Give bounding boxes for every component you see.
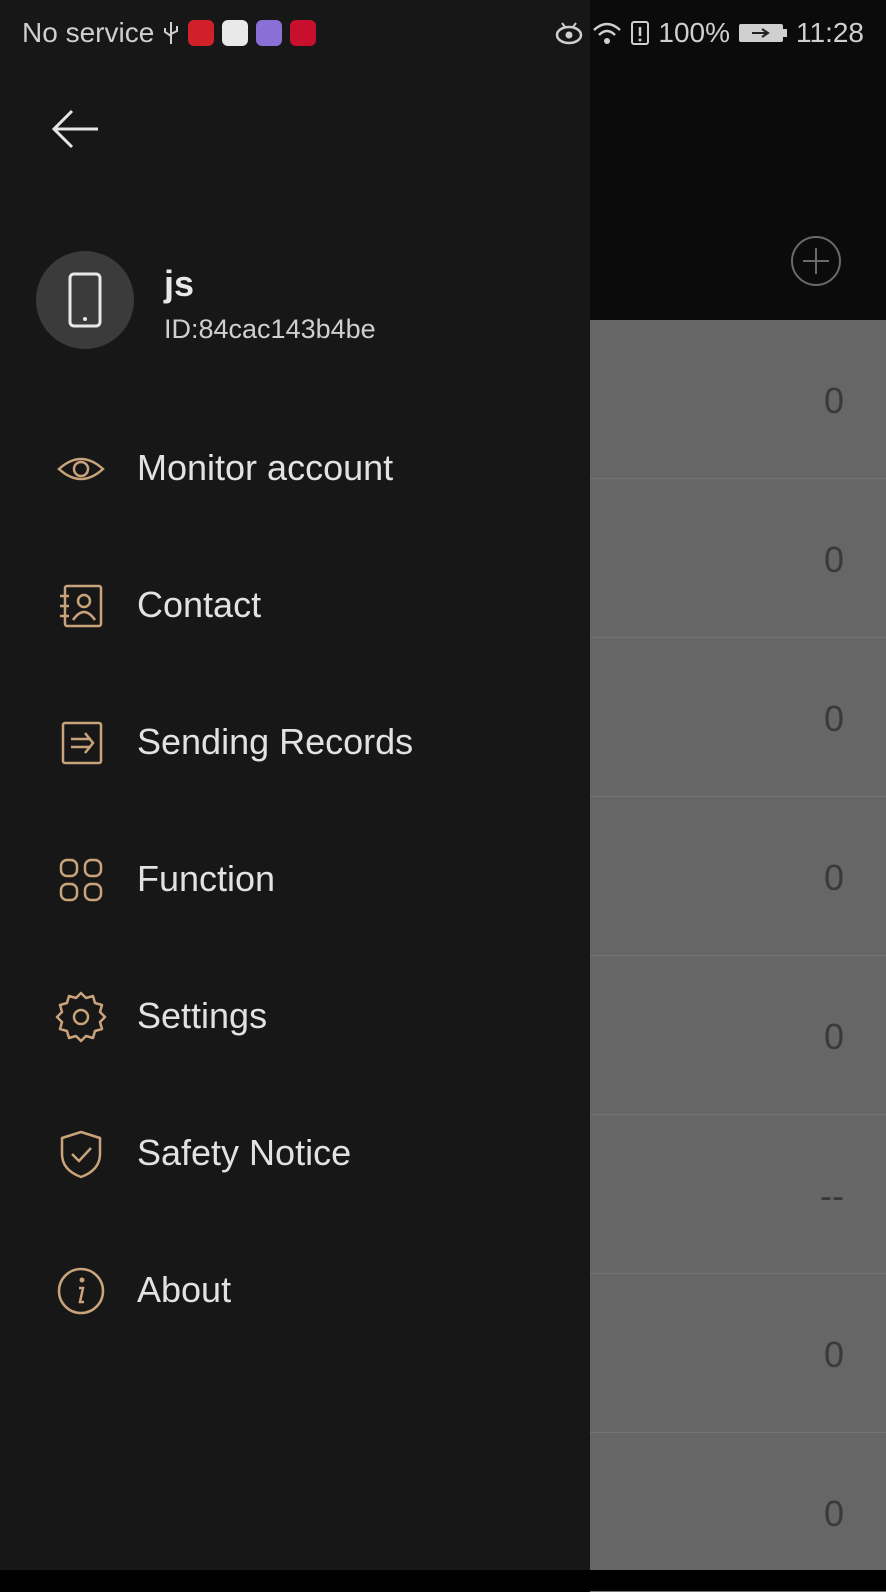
eye-icon <box>57 457 105 481</box>
menu-item-settings[interactable]: Settings <box>0 966 590 1066</box>
carrier-text: No service <box>22 17 155 48</box>
list-item-value: 0 <box>823 1493 844 1534</box>
navigation-drawer: js ID:84cac143b4be Monitor account Conta… <box>0 0 590 1570</box>
menu-item-label: Contact <box>137 584 262 625</box>
list-item-value: 0 <box>823 380 844 421</box>
menu-item-label: About <box>137 1269 232 1310</box>
list-item-value: 0 <box>823 698 844 739</box>
list-item-value: -- <box>820 1175 844 1216</box>
menu-item-label: Settings <box>137 995 268 1036</box>
menu-item-monitor-account[interactable]: Monitor account <box>0 418 590 518</box>
battery-charging-icon <box>739 24 787 42</box>
list-item-value: 0 <box>823 1016 844 1057</box>
list-item-value: 0 <box>823 857 844 898</box>
grid-icon <box>59 858 103 902</box>
wifi-icon <box>593 22 622 44</box>
menu-item-safety-notice[interactable]: Safety Notice <box>0 1103 590 1203</box>
avatar[interactable] <box>36 251 134 349</box>
menu-item-contact[interactable]: Contact <box>0 555 590 655</box>
gear-icon <box>55 991 107 1043</box>
gallery-app-icon <box>256 20 283 46</box>
menu-item-label: Sending Records <box>137 721 414 762</box>
list-item-value: 0 <box>823 539 844 580</box>
menu-item-about[interactable]: About <box>0 1240 590 1340</box>
list-item[interactable]: 0 <box>590 320 886 479</box>
add-circle-icon[interactable] <box>790 235 842 287</box>
usb-icon <box>164 22 179 44</box>
back-arrow-icon[interactable] <box>50 103 102 155</box>
user-name: js <box>164 263 195 304</box>
list-item[interactable]: 0 <box>590 956 886 1115</box>
browser-app-icon <box>222 20 249 46</box>
menu-item-label: Monitor account <box>137 447 394 488</box>
contact-card-icon <box>60 584 103 628</box>
list-item-value: 0 <box>823 1334 844 1375</box>
list-item[interactable]: 0 <box>590 479 886 638</box>
menu-item-function[interactable]: Function <box>0 829 590 929</box>
list-item[interactable]: 0 <box>590 1433 886 1592</box>
clock-time: 11:28 <box>796 17 864 48</box>
list-item[interactable]: 0 <box>590 797 886 956</box>
eye-comfort-icon <box>556 22 583 45</box>
list-item[interactable]: -- <box>590 1115 886 1274</box>
huawei-app-icon <box>290 20 317 46</box>
list-item[interactable]: 0 <box>590 1274 886 1433</box>
list-item[interactable]: 0 <box>590 638 886 797</box>
menu-item-sending-records[interactable]: Sending Records <box>0 692 590 792</box>
status-bar: No service 100% 11:28 <box>0 0 886 66</box>
send-record-icon <box>61 721 103 765</box>
menu-item-label: Safety Notice <box>137 1132 352 1173</box>
battery-percent: 100% <box>658 17 730 48</box>
sim-alert-icon <box>631 21 650 45</box>
phone-icon <box>68 272 102 328</box>
menu-item-label: Function <box>137 858 276 899</box>
toutiao-app-icon <box>188 20 215 46</box>
user-id: ID:84cac143b4be <box>164 314 376 344</box>
info-icon <box>57 1267 105 1315</box>
shield-check-icon <box>60 1130 102 1179</box>
